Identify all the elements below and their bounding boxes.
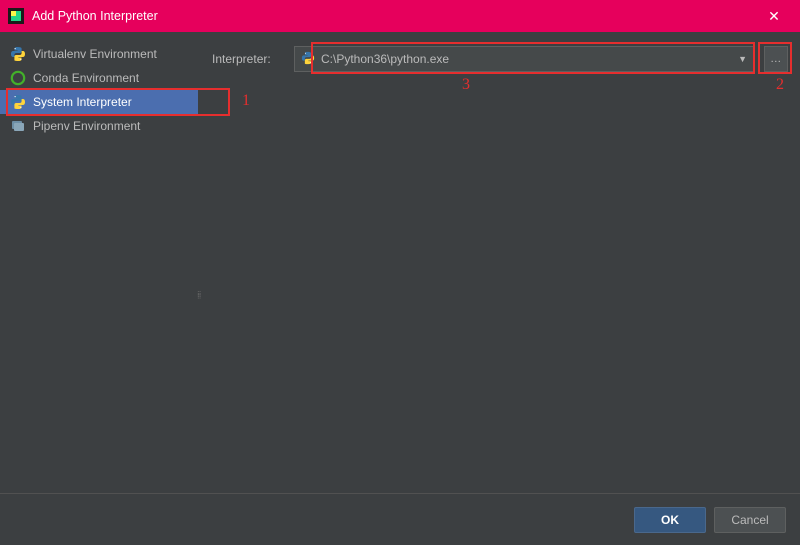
content: Virtualenv Environment Conda Environment… <box>0 32 800 493</box>
cancel-label: Cancel <box>731 513 768 527</box>
interpreter-row: Interpreter: C:\Python36\python.exe ▼ <box>212 46 788 72</box>
ellipsis-icon: ... <box>771 53 782 65</box>
ok-label: OK <box>661 513 679 527</box>
pycharm-icon <box>8 8 24 24</box>
sidebar-item-label: Virtualenv Environment <box>33 47 157 61</box>
titlebar: Add Python Interpreter ✕ <box>0 0 800 32</box>
conda-icon <box>10 70 26 86</box>
cancel-button[interactable]: Cancel <box>714 507 786 533</box>
python-icon <box>10 46 26 62</box>
splitter-handle[interactable]: ⠿⠿ <box>197 294 201 308</box>
window-title: Add Python Interpreter <box>32 9 158 23</box>
pipenv-icon <box>10 118 26 134</box>
close-button[interactable]: ✕ <box>754 0 794 32</box>
close-icon: ✕ <box>768 8 780 25</box>
sidebar-item-label: Pipenv Environment <box>33 119 140 133</box>
sidebar-item-label: Conda Environment <box>33 71 139 85</box>
sidebar: Virtualenv Environment Conda Environment… <box>0 32 198 493</box>
sidebar-item-conda[interactable]: Conda Environment <box>0 66 198 90</box>
interpreter-label: Interpreter: <box>212 52 284 66</box>
sidebar-item-virtualenv[interactable]: Virtualenv Environment <box>0 42 198 66</box>
interpreter-dropdown[interactable]: C:\Python36\python.exe ▼ <box>294 46 754 72</box>
button-bar: OK Cancel <box>0 493 800 545</box>
sidebar-item-pipenv[interactable]: Pipenv Environment <box>0 114 198 138</box>
sidebar-item-system[interactable]: System Interpreter <box>0 90 198 114</box>
ok-button[interactable]: OK <box>634 507 706 533</box>
interpreter-path: C:\Python36\python.exe <box>321 52 449 66</box>
sidebar-item-label: System Interpreter <box>33 95 132 109</box>
chevron-down-icon: ▼ <box>738 54 747 64</box>
titlebar-left: Add Python Interpreter <box>8 8 158 24</box>
python-icon <box>301 51 315 68</box>
browse-button[interactable]: ... <box>764 46 788 72</box>
python-icon <box>10 94 26 110</box>
main-panel: Interpreter: C:\Python36\python.exe ▼ <box>198 32 800 493</box>
dropdown-value: C:\Python36\python.exe <box>301 51 449 68</box>
